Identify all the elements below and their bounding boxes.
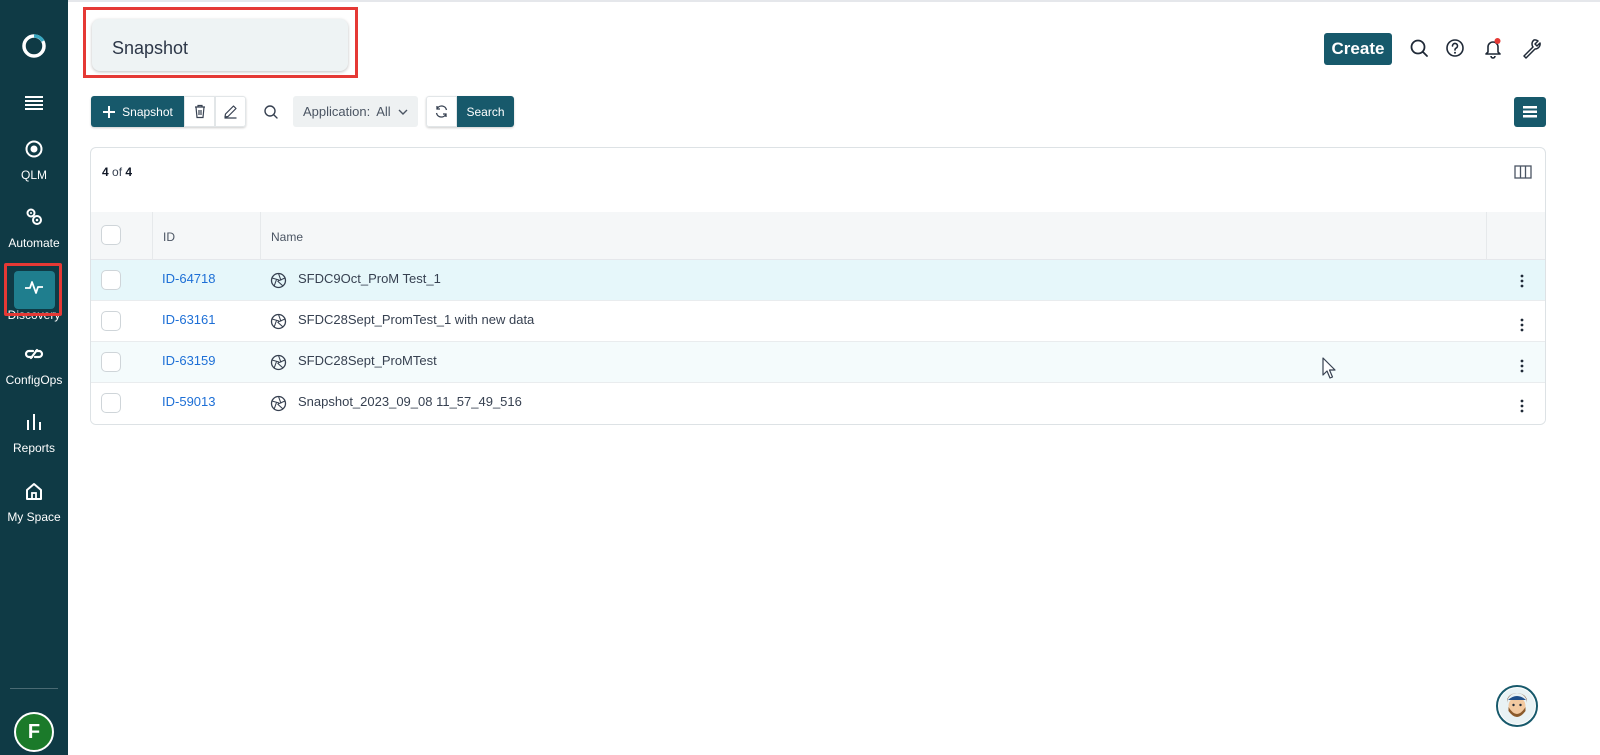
aperture-icon	[270, 272, 287, 289]
chevron-down-icon	[398, 109, 408, 115]
application-filter-dropdown[interactable]: Application: All	[293, 96, 418, 127]
id-number: 59013	[179, 394, 216, 409]
row-id-link[interactable]: ID-59013	[162, 394, 216, 409]
refresh-button[interactable]	[426, 96, 457, 127]
target-icon	[25, 140, 43, 158]
sidebar-item-qlm[interactable]: QLM	[0, 138, 68, 182]
sidebar-item-label: My Space	[7, 510, 61, 524]
row-checkbox[interactable]	[101, 270, 121, 290]
add-snapshot-label: Snapshot	[122, 104, 173, 119]
assistant-avatar-icon	[1499, 688, 1535, 724]
sidebar-item-label: Reports	[12, 441, 56, 455]
row-checkbox[interactable]	[101, 352, 121, 372]
home-icon	[26, 483, 42, 500]
bar-chart-icon	[27, 414, 41, 430]
table-row[interactable]: ID-63161 SFDC28Sept_PromTest_1 with new …	[91, 301, 1545, 342]
id-number: 64718	[179, 271, 216, 286]
row-checkbox[interactable]	[101, 311, 121, 331]
assistant-bot-button[interactable]	[1496, 685, 1538, 727]
refresh-icon	[435, 105, 448, 118]
aperture-icon	[270, 395, 287, 412]
plus-icon	[103, 105, 116, 118]
sidebar-item-configops[interactable]: ConfigOps	[0, 343, 68, 387]
sidebar-item-reports[interactable]: Reports	[0, 411, 68, 455]
delete-button[interactable]	[184, 96, 215, 127]
snapshot-actions-group: Snapshot	[91, 96, 246, 127]
count-of: of	[112, 165, 123, 179]
id-prefix: ID-	[162, 353, 180, 368]
row-checkbox[interactable]	[101, 393, 121, 413]
row-name: Snapshot_2023_09_08 11_57_49_516	[298, 394, 522, 409]
application-filter-label: Application:	[303, 104, 371, 119]
highlight-box	[83, 7, 358, 78]
column-separator	[1486, 212, 1487, 260]
id-number: 63161	[179, 312, 216, 327]
column-separator	[152, 212, 153, 260]
more-options-icon[interactable]	[1513, 397, 1531, 415]
row-id-link[interactable]: ID-64718	[162, 271, 216, 286]
search-group: Search	[426, 96, 514, 127]
column-header-id[interactable]: ID	[163, 230, 175, 244]
columns-icon[interactable]	[1514, 164, 1532, 180]
trash-icon	[194, 104, 205, 119]
row-name: SFDC28Sept_PromTest_1 with new data	[298, 312, 535, 327]
filter-search-icon[interactable]	[262, 103, 280, 121]
sidebar-item-automate[interactable]: Automate	[0, 206, 68, 250]
ring-logo-icon[interactable]	[20, 32, 48, 60]
count-shown: 4	[102, 165, 109, 179]
more-options-icon[interactable]	[1513, 272, 1531, 290]
row-name: SFDC28Sept_ProMTest	[298, 353, 437, 368]
add-snapshot-button[interactable]: Snapshot	[91, 96, 184, 127]
search-icon[interactable]	[1408, 37, 1430, 59]
gears-icon	[26, 208, 42, 225]
sidebar-item-my-space[interactable]: My Space	[0, 480, 68, 524]
select-all-checkbox[interactable]	[101, 225, 121, 245]
aperture-icon	[270, 313, 287, 330]
sidebar-item-label: Automate	[8, 236, 60, 250]
mouse-cursor-icon	[1322, 357, 1336, 379]
pulse-icon	[25, 281, 43, 294]
id-prefix: ID-	[162, 394, 180, 409]
row-name: SFDC9Oct_ProM Test_1	[298, 271, 441, 286]
user-initial: F	[27, 720, 41, 743]
sidebar: QLM Automate Discovery ConfigOps Reports…	[0, 0, 68, 755]
create-button[interactable]: Create	[1324, 33, 1392, 65]
search-button[interactable]: Search	[457, 96, 514, 127]
sidebar-item-label: ConfigOps	[5, 373, 63, 387]
list-view-button[interactable]	[1514, 97, 1546, 127]
pencil-icon	[224, 105, 237, 119]
sidebar-item-label: QLM	[20, 168, 47, 182]
sidebar-item-label: Discovery	[7, 308, 61, 322]
column-header-name[interactable]: Name	[271, 230, 303, 244]
table-row[interactable]: ID-64718 SFDC9Oct_ProM Test_1	[91, 260, 1545, 301]
more-options-icon[interactable]	[1513, 316, 1531, 334]
snapshot-table-card: 4 of 4 ID Name ID-64718 SFDC9Oct_ProM Te…	[90, 147, 1546, 425]
list-icon	[1523, 106, 1537, 118]
record-count: 4 of 4	[102, 165, 132, 179]
more-options-icon[interactable]	[1513, 357, 1531, 375]
id-prefix: ID-	[162, 271, 180, 286]
table-row[interactable]: ID-59013 Snapshot_2023_09_08 11_57_49_51…	[91, 383, 1545, 424]
id-prefix: ID-	[162, 312, 180, 327]
sidebar-item-discovery[interactable]: Discovery	[0, 276, 68, 322]
edit-button[interactable]	[215, 96, 246, 127]
help-icon[interactable]	[1444, 37, 1466, 59]
column-separator	[260, 212, 261, 260]
aperture-icon	[270, 354, 287, 371]
table-header: ID Name	[91, 212, 1545, 260]
row-id-link[interactable]: ID-63159	[162, 353, 216, 368]
link-icon	[24, 348, 44, 360]
hamburger-menu-icon[interactable]	[22, 94, 46, 112]
wrench-icon[interactable]	[1520, 37, 1542, 59]
top-border	[68, 0, 1600, 2]
id-number: 63159	[179, 353, 216, 368]
bell-icon[interactable]	[1482, 37, 1504, 59]
application-filter-value: All	[376, 104, 391, 119]
row-id-link[interactable]: ID-63161	[162, 312, 216, 327]
count-total: 4	[125, 165, 133, 179]
sidebar-divider	[10, 688, 58, 689]
user-avatar[interactable]: F	[14, 712, 54, 752]
